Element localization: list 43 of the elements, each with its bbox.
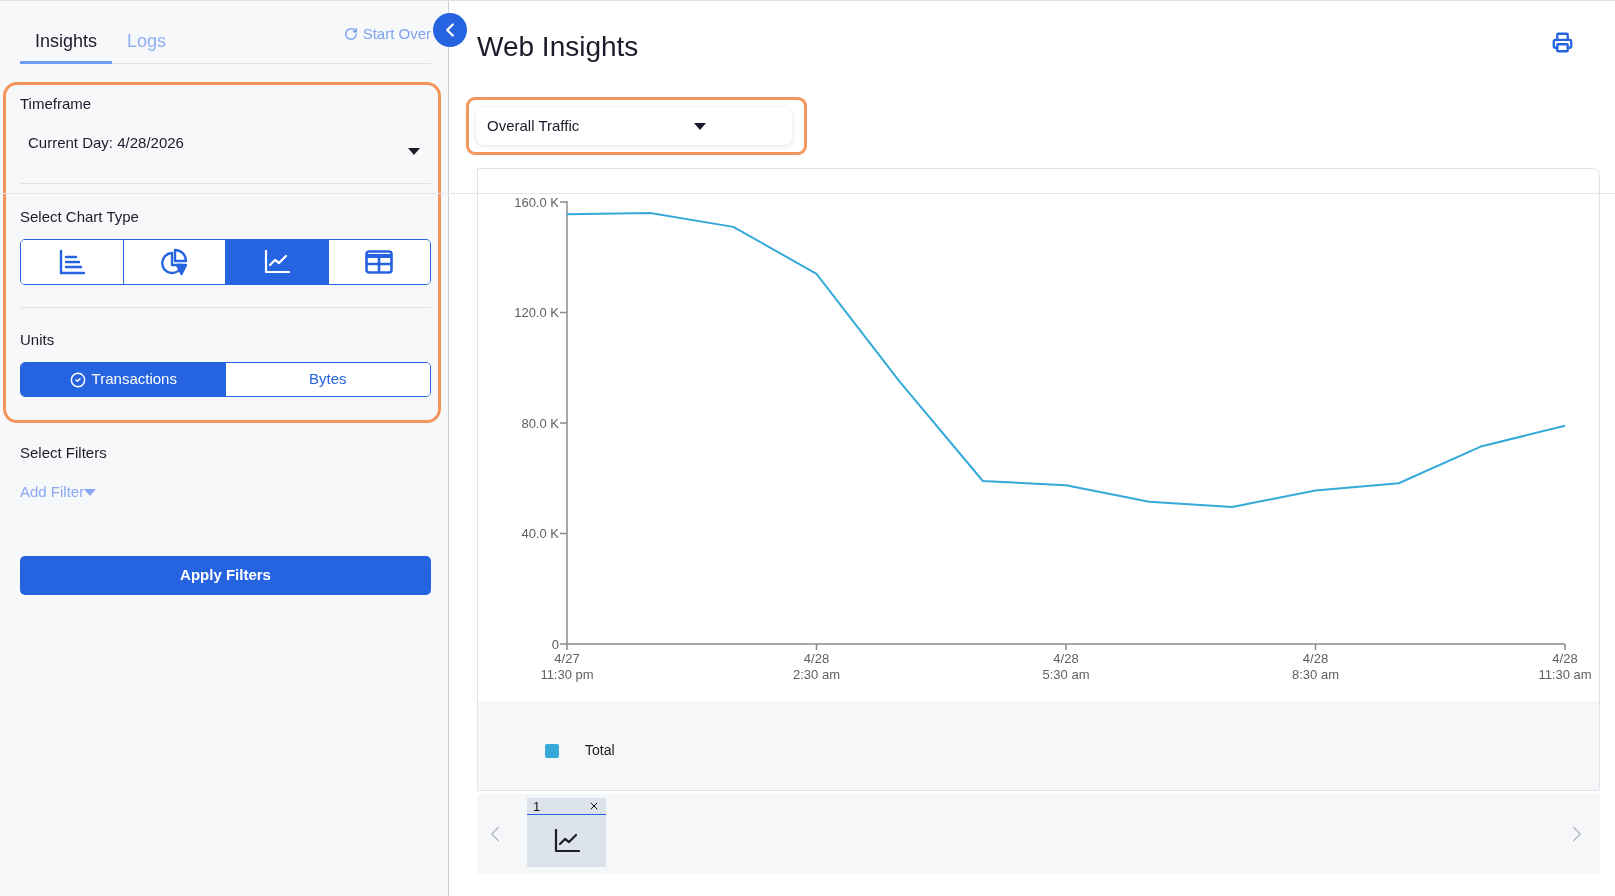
units-option[interactable]: Transactions [21,363,226,396]
chart-type-button[interactable] [225,240,328,284]
chart-type-label: Select Chart Type [20,207,140,227]
y-tick-label: 0 [551,636,559,652]
line-chart-icon [263,250,290,274]
timeframe-select[interactable]: Current Day: 4/28/2026 [20,122,431,184]
page-title: Web Insights [477,30,639,64]
close-button[interactable] [588,800,600,812]
bar-chart-icon [58,249,85,275]
close-icon [588,800,600,812]
x-tick-label: 4/27 11:30 pm [540,651,594,682]
units-label: Units [20,330,56,350]
traffic-select[interactable]: Overall Traffic [476,107,792,145]
chart-type-button[interactable] [21,240,123,284]
print-button[interactable] [1552,32,1573,53]
tab[interactable]: Insights [20,22,113,64]
printer-icon [1552,32,1573,53]
y-tick-label: 120.0 K [514,305,559,321]
x-tick-label: 4/28 2:30 am [793,651,840,682]
y-tick-label: 40.0 K [521,526,559,542]
refresh-icon [343,27,358,41]
collapse-button[interactable] [433,13,467,47]
filters-label: Select Filters [20,443,108,463]
thumbnail-number: 1 [533,798,541,814]
y-tick-label: 80.0 K [521,415,559,431]
x-tick-label: 4/28 5:30 am [1042,651,1090,682]
chart-type-button[interactable] [122,240,225,284]
apply-filters-button[interactable]: Apply Filters [20,556,431,595]
x-tick-label: 4/28 11:30 am [1538,651,1592,682]
y-tick-label: 160.0 K [514,194,559,210]
chart-type-button[interactable] [327,240,430,284]
units-option[interactable]: Bytes [225,363,430,396]
timeframe-label: Timeframe [20,94,93,114]
caret-down-icon [84,488,97,496]
check-circle-icon [69,371,86,388]
pie-chart-icon [160,248,189,276]
caret-down-icon [694,122,706,130]
table-icon [365,250,394,274]
x-tick-label: 4/28 8:30 am [1292,651,1339,682]
caret-down-icon [408,148,420,155]
legend-label: Total [585,741,615,760]
chart-thumbnail[interactable]: 1 [527,798,606,867]
line-chart-icon [553,829,580,853]
